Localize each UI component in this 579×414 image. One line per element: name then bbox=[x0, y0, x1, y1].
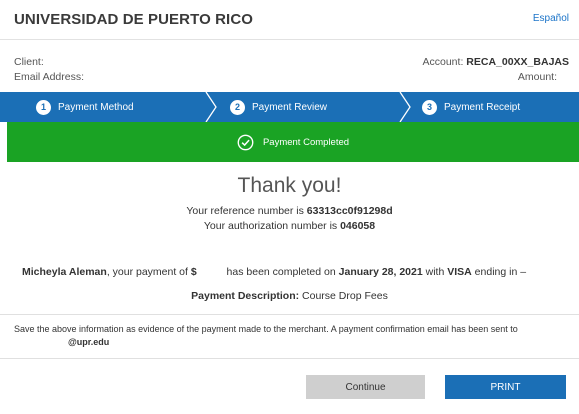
chevron-right-icon bbox=[399, 92, 411, 122]
step-label: Payment Receipt bbox=[444, 101, 521, 113]
step-number: 1 bbox=[36, 99, 51, 115]
payer-name: Micheyla Aleman bbox=[22, 266, 107, 278]
step-payment-method: 1 Payment Method bbox=[36, 92, 134, 122]
chevron-right-icon bbox=[205, 92, 217, 122]
card-brand: VISA bbox=[447, 266, 472, 278]
client-label: Client: bbox=[14, 56, 44, 68]
payment-summary: Micheyla Aleman, your payment of $ has b… bbox=[22, 266, 526, 278]
continue-button[interactable]: Continue bbox=[306, 375, 425, 399]
description-value: Course Drop Fees bbox=[302, 290, 388, 302]
authorization-prefix: Your authorization number is bbox=[203, 220, 338, 232]
thank-you-heading: Thank you! bbox=[237, 174, 342, 197]
pay-text: , your payment of bbox=[106, 266, 188, 278]
payment-description: Payment Description: Course Drop Fees bbox=[0, 290, 579, 302]
account-value: RECA_00XX_BAJAS bbox=[466, 56, 569, 68]
check-circle-icon bbox=[237, 134, 254, 150]
university-title: UNIVERSIDAD DE PUERTO RICO bbox=[14, 11, 254, 28]
amount-label: Amount: bbox=[517, 71, 557, 83]
step-label: Payment Method bbox=[58, 101, 134, 113]
banner-text: Payment Completed bbox=[262, 136, 350, 148]
reference-line: Your reference number is 63313cc0f91298d bbox=[0, 205, 579, 217]
account-label: Account: bbox=[422, 56, 464, 68]
authorization-number: 046058 bbox=[340, 220, 376, 232]
divider bbox=[0, 314, 579, 315]
pay-text: with bbox=[425, 266, 445, 278]
step-progress-bar: 1 Payment Method 2 Payment Review 3 Paym… bbox=[0, 92, 579, 122]
step-payment-receipt: 3 Payment Receipt bbox=[422, 92, 520, 122]
step-number: 3 bbox=[422, 99, 437, 115]
account-info: Account: RECA_00XX_BAJAS bbox=[423, 56, 570, 68]
payment-completed-banner: Payment Completed bbox=[7, 122, 579, 162]
confirmation-notice: Save the above information as evidence o… bbox=[14, 324, 518, 334]
currency-symbol: $ bbox=[190, 266, 197, 278]
divider bbox=[0, 358, 579, 359]
step-number: 2 bbox=[230, 99, 245, 115]
payment-info: Client: Email Address: Account: RECA_00X… bbox=[0, 40, 579, 92]
confirmation-email: @upr.edu bbox=[68, 337, 110, 347]
language-link[interactable]: Español bbox=[533, 13, 569, 24]
pay-text: has been completed on bbox=[226, 266, 336, 278]
authorization-line: Your authorization number is 046058 bbox=[0, 220, 579, 232]
print-button[interactable]: PRINT bbox=[445, 375, 566, 399]
email-label: Email Address: bbox=[14, 71, 85, 83]
description-label: Payment Description: bbox=[191, 290, 300, 302]
pay-text: ending in – bbox=[474, 266, 527, 278]
step-label: Payment Review bbox=[252, 101, 328, 113]
reference-number: 63313cc0f91298d bbox=[306, 205, 393, 217]
page-header: UNIVERSIDAD DE PUERTO RICO Español bbox=[0, 0, 579, 40]
reference-prefix: Your reference number is bbox=[186, 205, 304, 217]
payment-date: January 28, 2021 bbox=[338, 266, 423, 278]
step-payment-review: 2 Payment Review bbox=[230, 92, 327, 122]
